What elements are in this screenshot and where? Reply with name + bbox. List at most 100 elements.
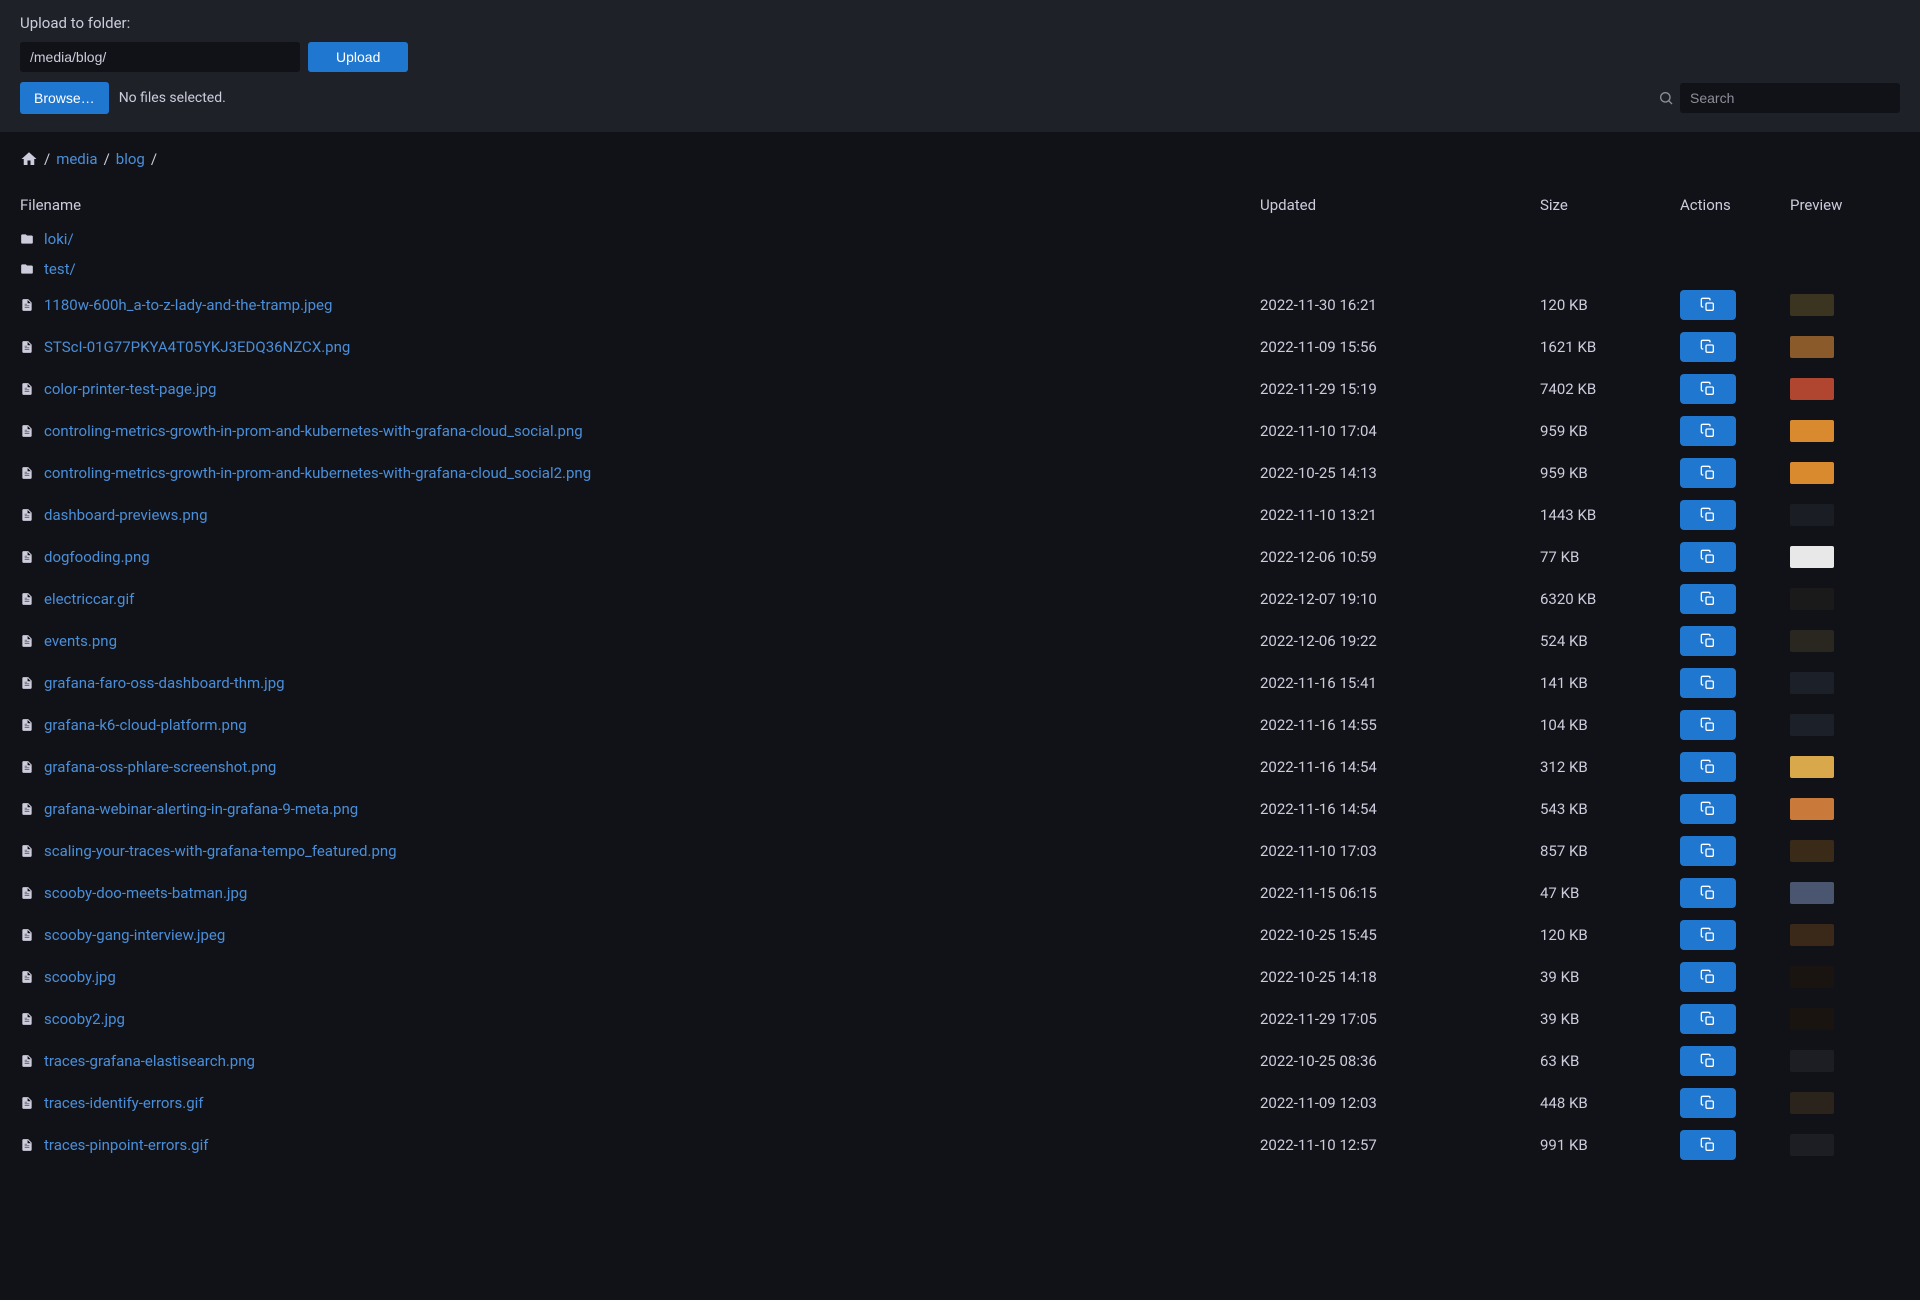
search-input[interactable] — [1680, 83, 1900, 113]
file-link[interactable]: controling-metrics-growth-in-prom-and-ku… — [44, 464, 591, 482]
copy-button[interactable] — [1680, 584, 1736, 614]
home-icon[interactable] — [20, 150, 38, 168]
copy-button[interactable] — [1680, 836, 1736, 866]
file-link[interactable]: dashboard-previews.png — [44, 506, 208, 524]
preview-thumb[interactable] — [1790, 1134, 1834, 1156]
folder-icon — [20, 262, 34, 276]
breadcrumb-blog[interactable]: blog — [116, 150, 145, 168]
file-link[interactable]: scooby-doo-meets-batman.jpg — [44, 884, 247, 902]
folder-link[interactable]: test/ — [44, 260, 76, 278]
actions-cell — [1680, 542, 1790, 572]
file-link[interactable]: scooby.jpg — [44, 968, 116, 986]
preview-thumb[interactable] — [1790, 1008, 1834, 1030]
file-link[interactable]: scooby-gang-interview.jpeg — [44, 926, 225, 944]
no-files-text: No files selected. — [119, 90, 226, 106]
file-link[interactable]: grafana-oss-phlare-screenshot.png — [44, 758, 276, 776]
actions-cell — [1680, 878, 1790, 908]
file-link[interactable]: grafana-faro-oss-dashboard-thm.jpg — [44, 674, 285, 692]
copy-button[interactable] — [1680, 626, 1736, 656]
copy-button[interactable] — [1680, 1046, 1736, 1076]
preview-thumb[interactable] — [1790, 420, 1834, 442]
folder-link[interactable]: loki/ — [44, 230, 74, 248]
file-row: grafana-oss-phlare-screenshot.png 2022-1… — [20, 746, 1900, 788]
file-link[interactable]: STScI-01G77PKYA4T05YKJ3EDQ36NZCX.png — [44, 338, 350, 356]
preview-cell — [1790, 924, 1900, 946]
preview-thumb[interactable] — [1790, 1092, 1834, 1114]
filename-cell: controling-metrics-growth-in-prom-and-ku… — [20, 422, 1260, 440]
copy-button[interactable] — [1680, 920, 1736, 950]
preview-thumb[interactable] — [1790, 294, 1834, 316]
file-row: traces-grafana-elastisearch.png 2022-10-… — [20, 1040, 1900, 1082]
header-updated[interactable]: Updated — [1260, 196, 1540, 214]
file-link[interactable]: 1180w-600h_a-to-z-lady-and-the-tramp.jpe… — [44, 296, 332, 314]
copy-button[interactable] — [1680, 794, 1736, 824]
header-filename[interactable]: Filename — [20, 196, 1260, 214]
size-cell: 7402 KB — [1540, 380, 1680, 398]
copy-icon — [1700, 1053, 1716, 1069]
updated-cell: 2022-11-16 15:41 — [1260, 674, 1540, 692]
browse-button[interactable]: Browse… — [20, 82, 109, 114]
copy-button[interactable] — [1680, 374, 1736, 404]
preview-thumb[interactable] — [1790, 504, 1834, 526]
file-row: scooby-doo-meets-batman.jpg 2022-11-15 0… — [20, 872, 1900, 914]
copy-button[interactable] — [1680, 1004, 1736, 1034]
file-link[interactable]: dogfooding.png — [44, 548, 150, 566]
file-link[interactable]: controling-metrics-growth-in-prom-and-ku… — [44, 422, 583, 440]
preview-thumb[interactable] — [1790, 714, 1834, 736]
file-link[interactable]: electriccar.gif — [44, 590, 134, 608]
preview-thumb[interactable] — [1790, 756, 1834, 778]
file-link[interactable]: traces-pinpoint-errors.gif — [44, 1136, 208, 1154]
upload-button[interactable]: Upload — [308, 42, 408, 72]
preview-thumb[interactable] — [1790, 1050, 1834, 1072]
preview-thumb[interactable] — [1790, 672, 1834, 694]
file-link[interactable]: color-printer-test-page.jpg — [44, 380, 216, 398]
preview-thumb[interactable] — [1790, 546, 1834, 568]
preview-thumb[interactable] — [1790, 462, 1834, 484]
file-link[interactable]: scooby2.jpg — [44, 1010, 125, 1028]
updated-cell: 2022-10-25 14:13 — [1260, 464, 1540, 482]
copy-button[interactable] — [1680, 290, 1736, 320]
file-icon — [20, 1054, 34, 1068]
upload-path-input[interactable] — [20, 42, 300, 72]
copy-button[interactable] — [1680, 1130, 1736, 1160]
preview-thumb[interactable] — [1790, 378, 1834, 400]
actions-cell — [1680, 920, 1790, 950]
filename-cell: scooby2.jpg — [20, 1010, 1260, 1028]
updated-cell: 2022-11-10 13:21 — [1260, 506, 1540, 524]
preview-thumb[interactable] — [1790, 882, 1834, 904]
file-link[interactable]: events.png — [44, 632, 117, 650]
actions-cell — [1680, 962, 1790, 992]
size-cell: 448 KB — [1540, 1094, 1680, 1112]
copy-button[interactable] — [1680, 710, 1736, 740]
preview-thumb[interactable] — [1790, 630, 1834, 652]
copy-button[interactable] — [1680, 752, 1736, 782]
copy-button[interactable] — [1680, 458, 1736, 488]
copy-icon — [1700, 591, 1716, 607]
preview-thumb[interactable] — [1790, 798, 1834, 820]
header-size[interactable]: Size — [1540, 196, 1680, 214]
file-icon — [20, 592, 34, 606]
file-link[interactable]: grafana-k6-cloud-platform.png — [44, 716, 247, 734]
size-cell: 543 KB — [1540, 800, 1680, 818]
table-header: Filename Updated Size Actions Preview — [20, 186, 1900, 224]
copy-button[interactable] — [1680, 500, 1736, 530]
preview-thumb[interactable] — [1790, 588, 1834, 610]
copy-button[interactable] — [1680, 332, 1736, 362]
preview-thumb[interactable] — [1790, 966, 1834, 988]
copy-button[interactable] — [1680, 1088, 1736, 1118]
file-link[interactable]: traces-grafana-elastisearch.png — [44, 1052, 255, 1070]
preview-thumb[interactable] — [1790, 840, 1834, 862]
copy-button[interactable] — [1680, 878, 1736, 908]
copy-button[interactable] — [1680, 668, 1736, 698]
copy-button[interactable] — [1680, 416, 1736, 446]
preview-thumb[interactable] — [1790, 924, 1834, 946]
file-link[interactable]: grafana-webinar-alerting-in-grafana-9-me… — [44, 800, 358, 818]
file-link[interactable]: traces-identify-errors.gif — [44, 1094, 204, 1112]
preview-thumb[interactable] — [1790, 336, 1834, 358]
preview-cell — [1790, 378, 1900, 400]
copy-button[interactable] — [1680, 542, 1736, 572]
file-link[interactable]: scaling-your-traces-with-grafana-tempo_f… — [44, 842, 397, 860]
copy-button[interactable] — [1680, 962, 1736, 992]
breadcrumb-media[interactable]: media — [56, 150, 97, 168]
copy-icon — [1700, 297, 1716, 313]
